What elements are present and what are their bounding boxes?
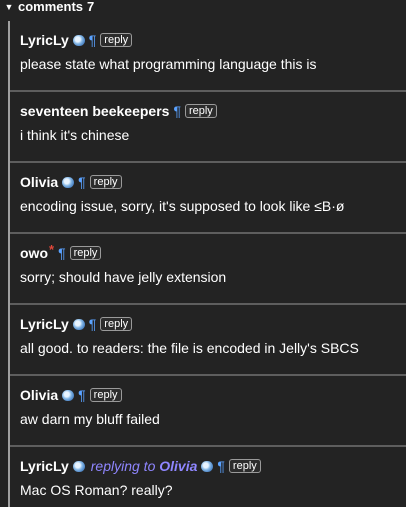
permalink-icon[interactable]: ¶ [217, 458, 225, 474]
comments-count: 7 [87, 0, 95, 14]
comment-author[interactable]: LyricLy [20, 32, 69, 48]
comment-header: LyricLy ¶ reply [20, 315, 133, 333]
replying-prefix: replying to [90, 458, 156, 474]
replying-to-author[interactable]: Olivia [159, 458, 197, 474]
comment: LyricLy replying to Olivia ¶ reply Mac O… [10, 447, 406, 507]
permalink-icon[interactable]: ¶ [173, 103, 181, 119]
moderator-badge-icon [201, 460, 214, 472]
permalink-icon[interactable]: ¶ [78, 174, 86, 190]
comment-thread: LyricLy ¶ reply please state what progra… [8, 21, 406, 507]
comment-body: sorry; should have jelly extension [20, 269, 227, 285]
collapse-triangle-icon[interactable]: ▼ [2, 0, 16, 14]
new-user-star-icon: * [49, 241, 55, 257]
comment-body: aw darn my bluff failed [20, 411, 160, 427]
reply-button[interactable]: reply [89, 175, 122, 189]
comment-header: Olivia ¶ reply [20, 386, 122, 404]
comment: LyricLy ¶ reply please state what progra… [10, 21, 406, 92]
reply-button[interactable]: reply [69, 246, 102, 260]
comment-author[interactable]: LyricLy [20, 458, 69, 474]
comment: owo * ¶ reply sorry; should have jelly e… [10, 234, 406, 305]
comment: Olivia ¶ reply aw darn my bluff failed [10, 376, 406, 447]
comment-body: encoding issue, sorry, it's supposed to … [20, 198, 345, 214]
reply-button[interactable]: reply [228, 459, 261, 473]
comment-author[interactable]: owo [20, 245, 48, 261]
comment-header: seventeen beekeepers ¶ reply [20, 102, 217, 120]
permalink-icon[interactable]: ¶ [58, 245, 66, 261]
reply-button[interactable]: reply [100, 317, 133, 331]
comment-author[interactable]: Olivia [20, 387, 58, 403]
reply-button[interactable]: reply [184, 104, 217, 118]
comment-header: LyricLy replying to Olivia ¶ reply [20, 457, 261, 475]
permalink-icon[interactable]: ¶ [89, 32, 97, 48]
moderator-badge-icon [72, 460, 85, 472]
comment: seventeen beekeepers ¶ reply i think it'… [10, 92, 406, 163]
comment-header: Olivia ¶ reply [20, 173, 122, 191]
comment-body: i think it's chinese [20, 127, 130, 143]
moderator-badge-icon [62, 389, 75, 401]
comment-author[interactable]: LyricLy [20, 316, 69, 332]
replying-to[interactable]: replying to Olivia [91, 458, 198, 474]
comment-body: all good. to readers: the file is encode… [20, 340, 359, 356]
comment-body: Mac OS Roman? really? [20, 482, 173, 498]
comment-body: please state what programming language t… [20, 56, 317, 72]
comments-title: comments [18, 0, 84, 14]
moderator-badge-icon [72, 318, 85, 330]
permalink-icon[interactable]: ¶ [89, 316, 97, 332]
comment-author[interactable]: seventeen beekeepers [20, 103, 169, 119]
comment: LyricLy ¶ reply all good. to readers: th… [10, 305, 406, 376]
reply-button[interactable]: reply [89, 388, 122, 402]
moderator-badge-icon [72, 34, 85, 46]
moderator-badge-icon [62, 176, 75, 188]
comments-header[interactable]: ▼ comments 7 [0, 0, 406, 14]
permalink-icon[interactable]: ¶ [78, 387, 86, 403]
reply-button[interactable]: reply [100, 33, 133, 47]
comment-author[interactable]: Olivia [20, 174, 58, 190]
comment: Olivia ¶ reply encoding issue, sorry, it… [10, 163, 406, 234]
comment-header: LyricLy ¶ reply [20, 31, 133, 49]
comments-panel: ▼ comments 7 LyricLy ¶ reply please stat… [0, 0, 406, 507]
comment-header: owo * ¶ reply [20, 241, 102, 262]
